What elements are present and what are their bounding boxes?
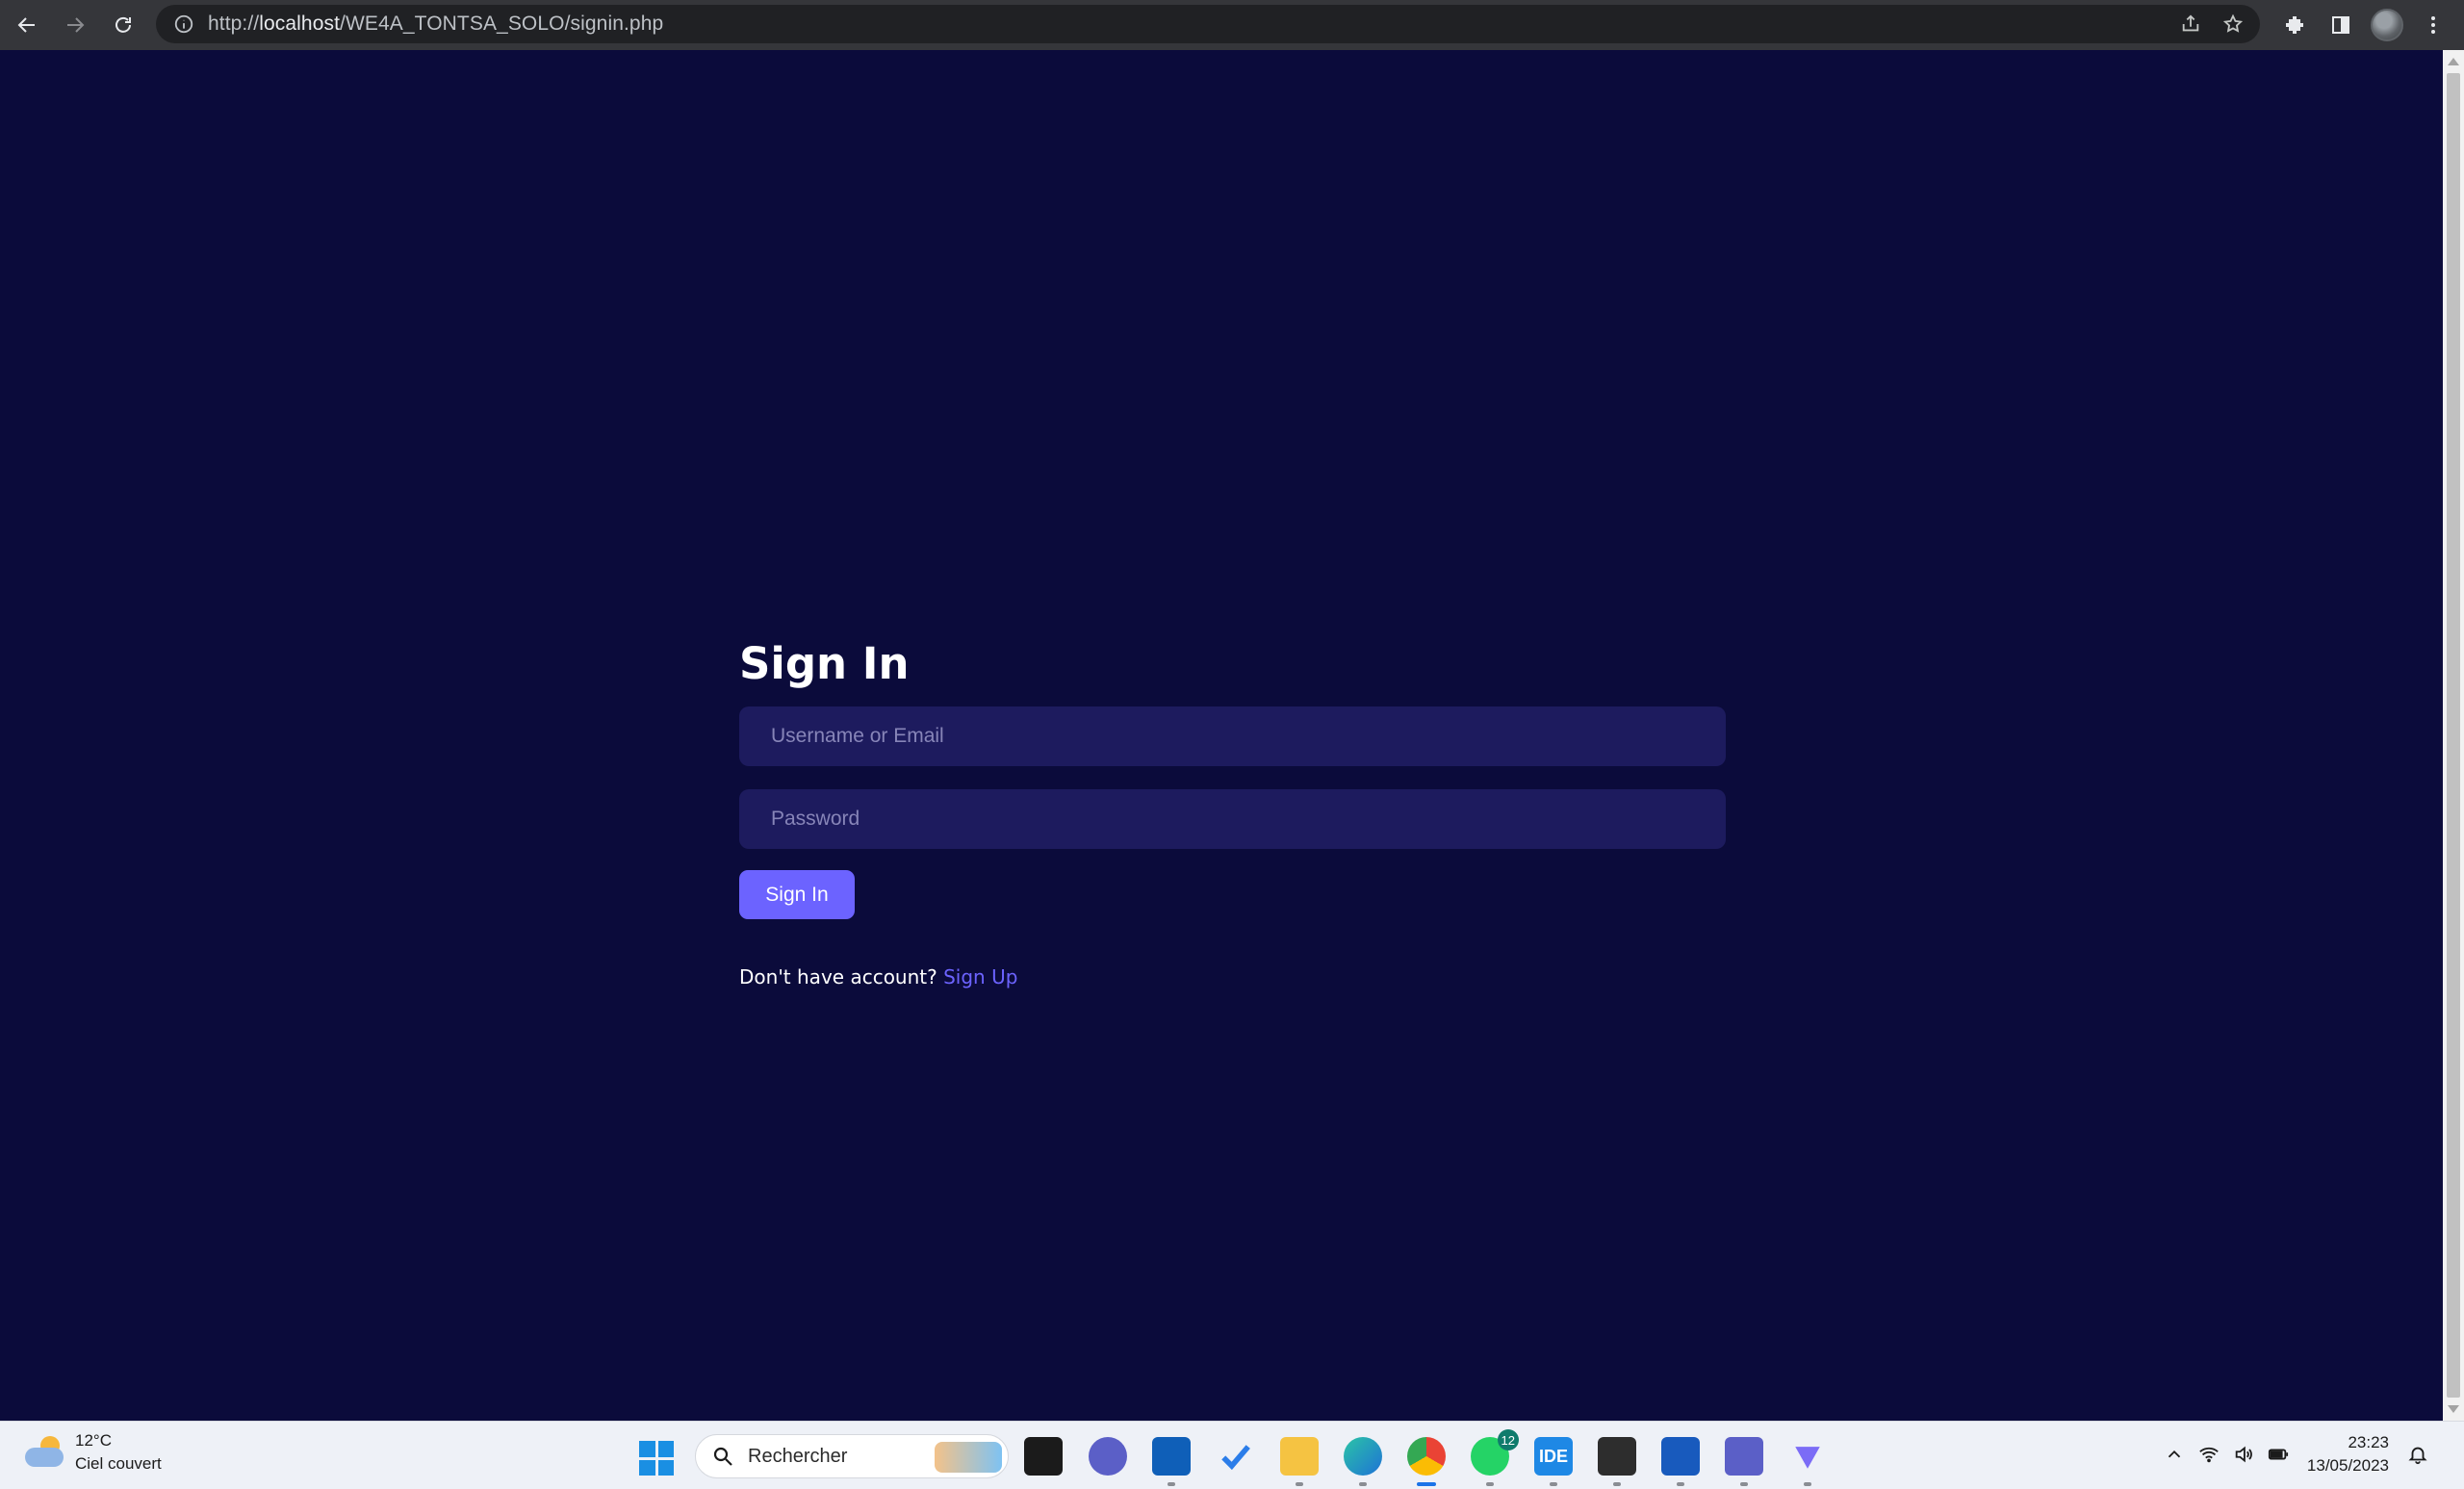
vpn-icon[interactable] xyxy=(1788,1437,1827,1476)
teams-icon[interactable] xyxy=(1725,1437,1763,1476)
back-icon[interactable] xyxy=(6,4,48,46)
ide-icon-label: IDE xyxy=(1538,1446,1568,1466)
store-icon[interactable] xyxy=(1152,1437,1191,1476)
volume-icon[interactable] xyxy=(2226,1435,2261,1474)
edge-icon[interactable] xyxy=(1344,1437,1382,1476)
chat-icon[interactable] xyxy=(1089,1437,1127,1476)
reload-icon[interactable] xyxy=(102,4,144,46)
ide-running-indicator xyxy=(1550,1482,1557,1486)
search-placeholder: Rechercher xyxy=(748,1445,848,1467)
teams-running-indicator xyxy=(1740,1482,1748,1486)
url-text: http://localhost/WE4A_TONTSA_SOLO/signin… xyxy=(208,13,663,36)
chrome-active-indicator xyxy=(1417,1482,1436,1486)
signup-prompt: Don't have account? Sign Up xyxy=(739,965,1726,988)
edge-running-indicator xyxy=(1359,1482,1367,1486)
extensions-icon[interactable] xyxy=(2272,4,2318,46)
whatsapp-running-indicator xyxy=(1486,1482,1494,1486)
site-info-icon[interactable] xyxy=(173,13,194,35)
notification-badge: 12 xyxy=(1497,1429,1519,1450)
scroll-down-icon[interactable] xyxy=(2448,1405,2459,1413)
signup-link[interactable]: Sign Up xyxy=(943,965,1017,988)
word-running-indicator xyxy=(1677,1482,1684,1486)
scroll-up-icon[interactable] xyxy=(2448,58,2459,65)
signin-button[interactable]: Sign In xyxy=(739,870,855,919)
explorer-running-indicator xyxy=(1296,1482,1303,1486)
ide-icon[interactable]: IDE xyxy=(1534,1437,1573,1476)
weather-temperature: 12°C xyxy=(75,1431,112,1450)
battery-icon[interactable] xyxy=(2261,1435,2296,1474)
taskbar-search[interactable]: Rechercher xyxy=(695,1434,1009,1478)
word-icon[interactable] xyxy=(1661,1437,1700,1476)
url-scheme: http:// xyxy=(208,13,260,35)
wifi-icon[interactable] xyxy=(2192,1435,2226,1474)
vpn-running-indicator xyxy=(1804,1482,1811,1486)
page-title: Sign In xyxy=(739,638,910,689)
chevron-up-icon[interactable] xyxy=(2157,1435,2192,1474)
file-explorer-icon[interactable] xyxy=(1280,1437,1319,1476)
no-account-text: Don't have account? xyxy=(739,965,937,988)
avatar xyxy=(2371,9,2403,41)
signin-form: Sign In Sign In Don't have account? Sign… xyxy=(739,635,1726,988)
whatsapp-icon[interactable]: 12 xyxy=(1471,1429,1519,1476)
store-running-indicator xyxy=(1168,1482,1175,1486)
clock-time: 23:23 xyxy=(2348,1433,2389,1451)
password-input[interactable] xyxy=(739,789,1726,849)
notification-bell-icon[interactable] xyxy=(2400,1435,2435,1474)
address-bar[interactable]: http://localhost/WE4A_TONTSA_SOLO/signin… xyxy=(156,5,2260,43)
terminal-running-indicator xyxy=(1613,1482,1621,1486)
cloudy-weather-icon xyxy=(25,1436,65,1469)
page-scrollbar[interactable] xyxy=(2443,50,2464,1421)
chrome-icon[interactable] xyxy=(1407,1437,1446,1476)
todo-icon[interactable] xyxy=(1217,1437,1255,1476)
browser-toolbar: http://localhost/WE4A_TONTSA_SOLO/signin… xyxy=(0,0,2464,50)
task-view-icon[interactable] xyxy=(1024,1437,1063,1476)
start-icon[interactable] xyxy=(639,1441,674,1476)
search-highlight-image xyxy=(935,1442,1002,1473)
page-viewport: Sign In Sign In Don't have account? Sign… xyxy=(0,50,2443,1421)
share-icon[interactable] xyxy=(2169,9,2212,39)
url-host: localhost xyxy=(259,13,341,35)
username-input[interactable] xyxy=(739,706,1726,766)
side-panel-icon[interactable] xyxy=(2318,4,2364,46)
terminal-icon[interactable] xyxy=(1598,1437,1636,1476)
forward-icon[interactable] xyxy=(54,4,96,46)
system-tray: 23:23 13/05/2023 xyxy=(2157,1431,2435,1477)
bookmark-star-icon[interactable] xyxy=(2212,9,2254,39)
profile-avatar[interactable] xyxy=(2364,4,2410,46)
search-icon xyxy=(713,1447,732,1466)
scroll-thumb[interactable] xyxy=(2447,73,2460,1398)
system-clock[interactable]: 23:23 13/05/2023 xyxy=(2307,1431,2389,1477)
weather-description: Ciel couvert xyxy=(75,1454,162,1473)
clock-date: 13/05/2023 xyxy=(2306,1456,2389,1475)
weather-widget[interactable]: 12°C Ciel couvert xyxy=(25,1431,162,1474)
chrome-menu-icon[interactable] xyxy=(2410,4,2456,46)
taskbar: 12°C Ciel couvert Rechercher 12 IDE 23:2… xyxy=(0,1421,2464,1489)
url-path: /WE4A_TONTSA_SOLO/signin.php xyxy=(340,13,664,35)
